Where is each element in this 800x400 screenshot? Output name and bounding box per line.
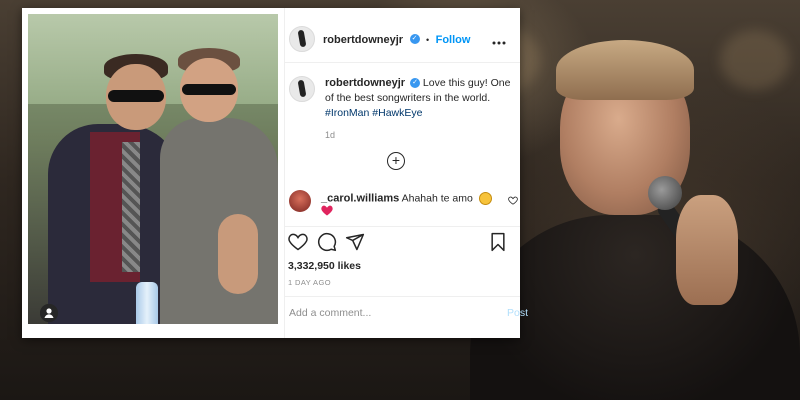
actions-divider — [285, 226, 520, 227]
comment-text: Ahahah te amo — [401, 192, 473, 205]
add-comment-input[interactable] — [289, 304, 449, 322]
commenter-avatar[interactable] — [289, 190, 311, 212]
post-photo[interactable] — [28, 14, 278, 324]
bookmark-icon[interactable] — [488, 232, 508, 252]
comment-row: _carol.williams Ahahah te amo — [285, 190, 520, 220]
sad-face-emoji-icon — [478, 192, 492, 205]
red-heart-emoji-icon — [321, 205, 333, 218]
person-left-sunglasses — [108, 90, 164, 102]
separator-dot: • — [425, 35, 430, 45]
person-left-tie — [122, 142, 140, 272]
singer-hand — [676, 195, 738, 305]
post-header: robertdowneyjr ✓ • Follow — [285, 18, 520, 66]
profile-avatar[interactable] — [289, 26, 315, 52]
header-divider — [285, 62, 520, 63]
heart-icon[interactable] — [288, 232, 308, 252]
more-options-icon[interactable] — [492, 32, 506, 48]
caption-text-block: robertdowneyjr ✓ Love this guy! One of t… — [325, 76, 515, 121]
singer-hair — [556, 40, 694, 100]
hashtag-hawkeye[interactable]: #HawkEye — [372, 107, 422, 119]
paper-plane-icon[interactable] — [345, 232, 365, 252]
user-icon[interactable] — [40, 304, 58, 322]
caption-block: robertdowneyjr ✓ Love this guy! One of t… — [285, 76, 520, 146]
person-right-sunglasses — [182, 84, 236, 95]
load-more-comments-icon[interactable]: + — [387, 152, 405, 170]
caption-timestamp: 1d — [325, 130, 336, 140]
add-comment-area: Post — [285, 296, 528, 330]
follow-button[interactable]: Follow — [436, 34, 471, 46]
commenter-username[interactable]: _carol.williams — [321, 192, 399, 204]
caption-avatar[interactable] — [289, 76, 315, 102]
post-comment-button[interactable]: Post — [507, 307, 528, 319]
caption-username[interactable]: robertdowneyjr — [325, 77, 405, 89]
water-bottle — [136, 282, 158, 324]
hashtag-ironman[interactable]: #IronMan — [325, 107, 369, 119]
person-right-arm — [218, 214, 258, 294]
action-bar — [285, 232, 520, 256]
likes-count[interactable]: 3,332,950 likes — [288, 260, 361, 272]
comment-bubble-icon[interactable] — [317, 232, 337, 252]
verified-badge-icon: ✓ — [410, 78, 420, 89]
person-right-body — [160, 118, 278, 324]
verified-badge-icon: ✓ — [409, 33, 420, 44]
post-age: 1 DAY AGO — [288, 278, 331, 287]
comment-like-heart-icon[interactable] — [508, 196, 518, 208]
header-username[interactable]: robertdowneyjr — [323, 34, 403, 46]
microphone — [648, 176, 682, 210]
